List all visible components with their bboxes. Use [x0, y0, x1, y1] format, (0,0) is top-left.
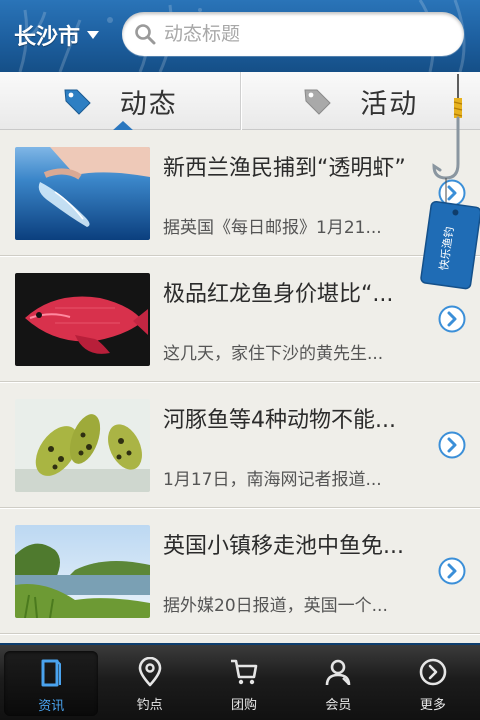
- article-thumbnail: [15, 399, 150, 492]
- article-summary: 1月17日，南海网记者报道...: [163, 470, 382, 490]
- article-list: 新西兰渔民捕到“透明虾” 据英国《每日邮报》1月21... 极品红龙鱼身价堪比“…: [0, 130, 480, 643]
- article-title: 河豚鱼等4种动物不能...: [163, 408, 396, 433]
- pond-landscape-image: [15, 525, 150, 618]
- search-icon: [135, 24, 156, 45]
- cart-icon: [231, 659, 258, 684]
- article-item[interactable]: 新西兰渔民捕到“透明虾” 据英国《每日邮报》1月21...: [0, 130, 480, 256]
- nav-label: 资讯: [38, 698, 65, 714]
- tag-icon: [64, 89, 91, 115]
- nav-more[interactable]: 更多: [386, 645, 480, 720]
- chevron-right-circle-icon[interactable]: [438, 557, 466, 585]
- article-thumbnail: [15, 147, 150, 240]
- article-title: 英国小镇移走池中鱼免...: [163, 534, 404, 559]
- article-summary: 这几天，家住下沙的黄先生...: [163, 344, 384, 364]
- red-arowana-image: [15, 273, 150, 366]
- news-icon: [41, 659, 62, 686]
- article-title: 新西兰渔民捕到“透明虾”: [163, 156, 406, 181]
- tab-news[interactable]: 动态: [0, 72, 240, 131]
- nav-spots[interactable]: 钓点: [102, 645, 196, 720]
- nav-label: 更多: [419, 697, 446, 713]
- nav-label: 会员: [325, 697, 352, 713]
- location-pin-icon: [138, 656, 161, 686]
- article-summary: 据英国《每日邮报》1月21...: [163, 218, 382, 238]
- category-tabs: 动态 活动: [0, 72, 480, 131]
- search-input[interactable]: [164, 23, 444, 45]
- nav-news[interactable]: 资讯: [4, 651, 99, 716]
- more-arrow-icon: [419, 658, 447, 685]
- search-box[interactable]: [122, 12, 464, 56]
- tab-label: 活动: [360, 88, 419, 120]
- transparent-shrimp-image: [15, 147, 150, 240]
- article-summary: 据外媒20日报道，英国一个...: [163, 596, 388, 616]
- article-thumbnail: [15, 525, 150, 618]
- chevron-down-icon: [87, 31, 100, 39]
- article-title: 极品红龙鱼身价堪比“...: [163, 282, 394, 307]
- nav-label: 钓点: [136, 697, 163, 713]
- user-icon: [326, 659, 351, 685]
- article-item[interactable]: 英国小镇移走池中鱼免... 据外媒20日报道，英国一个...: [0, 508, 480, 634]
- nav-group-buy[interactable]: 团购: [197, 645, 291, 720]
- tab-label: 动态: [119, 88, 178, 120]
- article-item[interactable]: 河豚鱼等4种动物不能... 1月17日，南海网记者报道...: [0, 382, 480, 508]
- article-item[interactable]: 极品红龙鱼身价堪比“... 这几天，家住下沙的黄先生...: [0, 256, 480, 382]
- fishing-hook-badge[interactable]: 快乐渔钓: [418, 74, 480, 294]
- nav-label: 团购: [231, 697, 258, 713]
- bottom-nav-bar: 资讯 钓点 团购 会员 更多: [0, 643, 480, 720]
- puffer-fish-image: [15, 399, 150, 492]
- tag-icon: [304, 89, 331, 115]
- chevron-right-circle-icon[interactable]: [438, 431, 466, 459]
- chevron-right-circle-icon[interactable]: [438, 305, 466, 333]
- city-selector[interactable]: 长沙市: [14, 17, 100, 53]
- top-bar: 长沙市: [0, 0, 480, 72]
- city-label: 长沙市: [14, 25, 81, 50]
- article-thumbnail: [15, 273, 150, 366]
- nav-member[interactable]: 会员: [291, 645, 385, 720]
